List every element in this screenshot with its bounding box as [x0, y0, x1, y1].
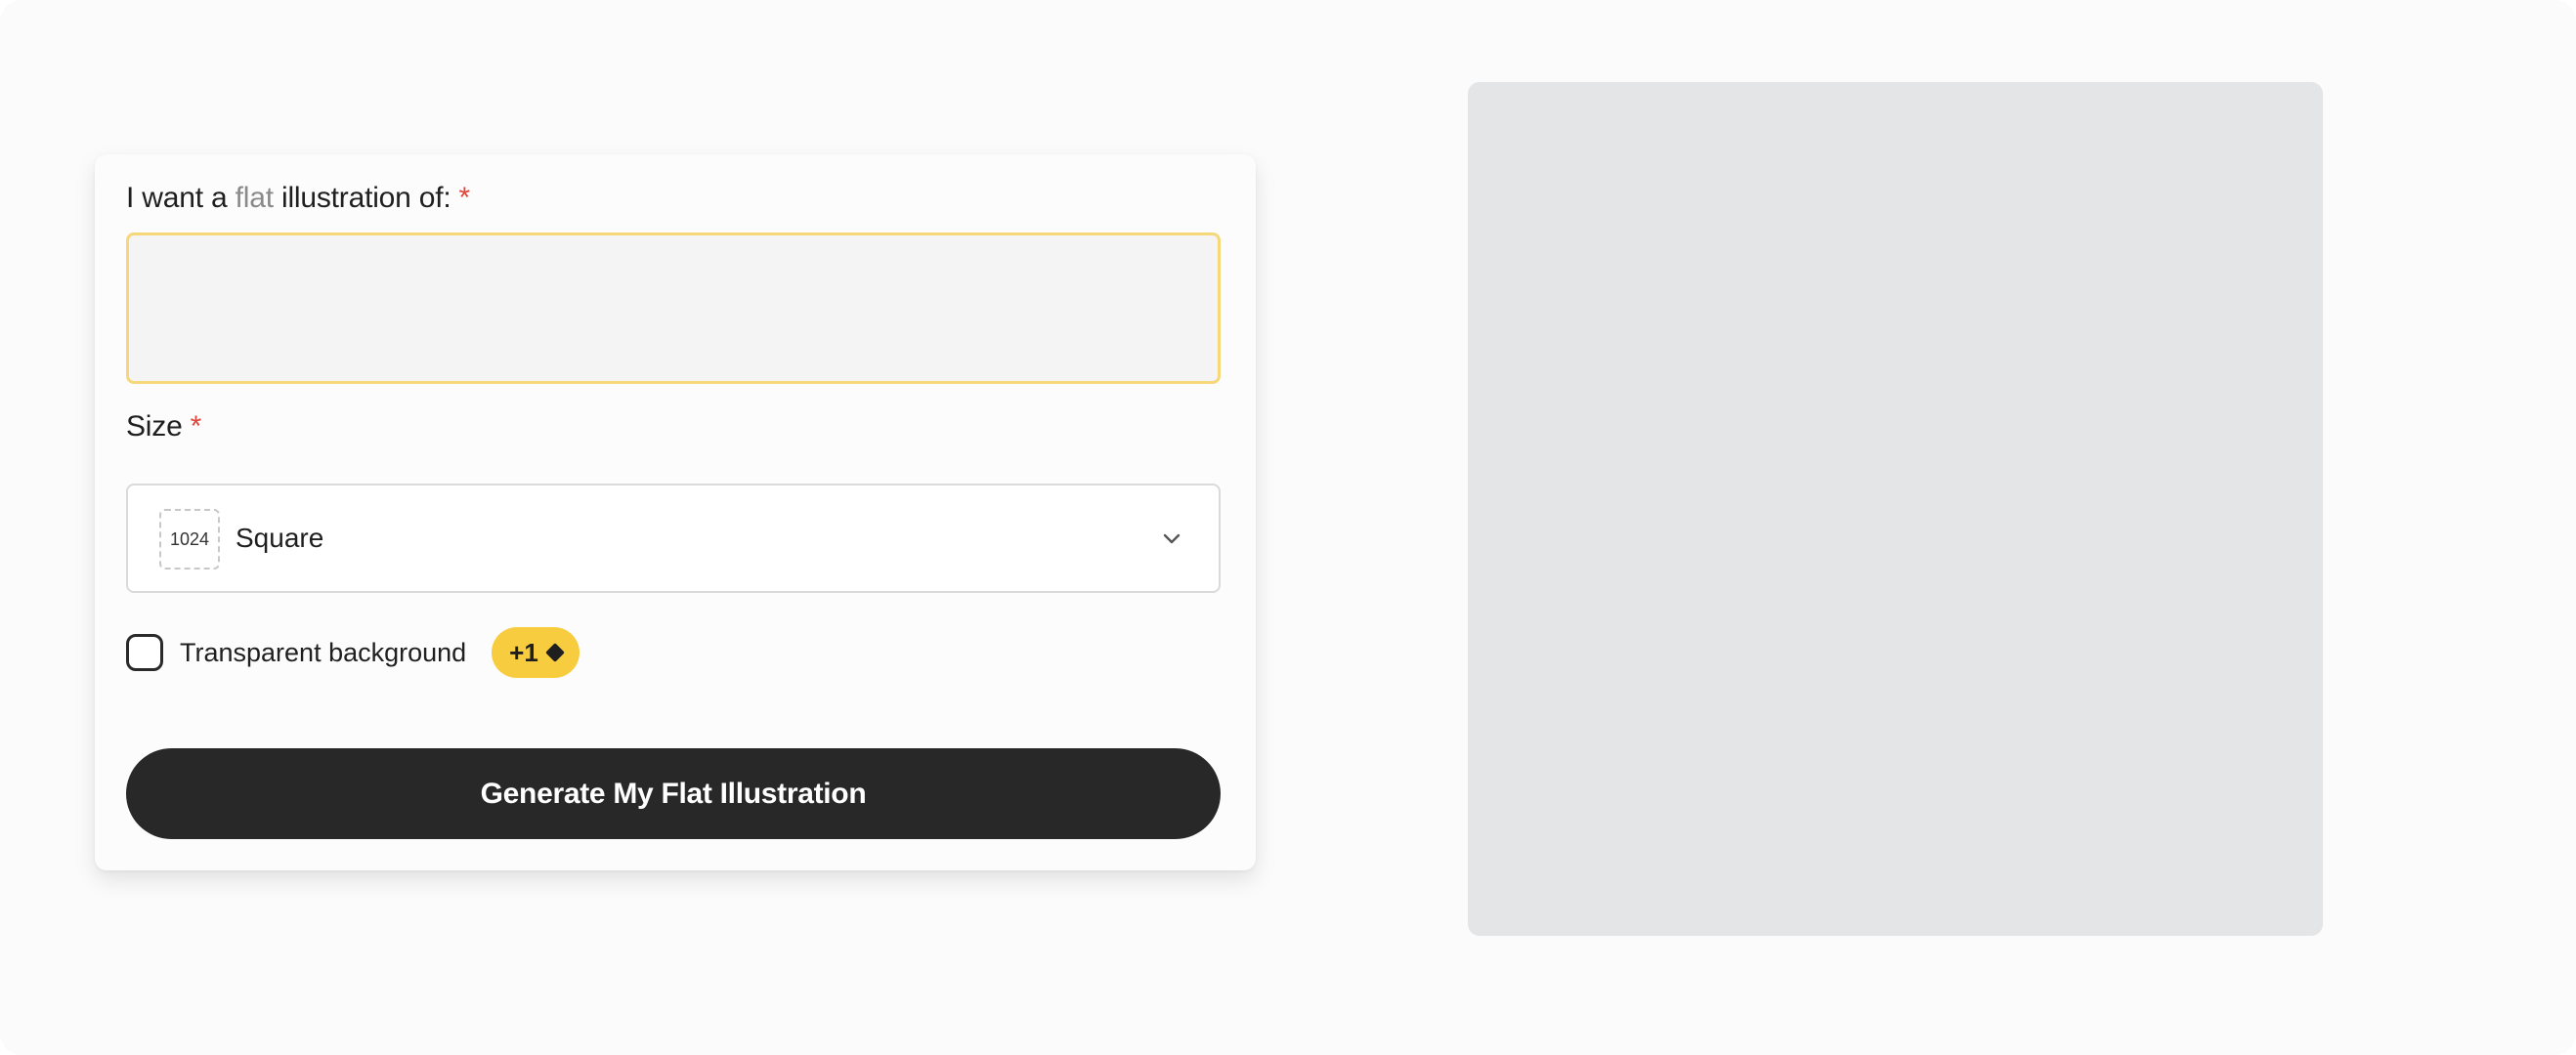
- size-label-text: Size: [126, 410, 183, 443]
- app-frame: I want a flat illustration of: * Size * 10…: [0, 0, 2576, 1055]
- size-label: Size *: [126, 410, 201, 443]
- chevron-down-icon: [1163, 533, 1181, 544]
- generate-button[interactable]: Generate My Flat Illustration: [126, 748, 1221, 839]
- size-select[interactable]: 1024 Square: [126, 484, 1221, 593]
- credit-cost-text: +1: [509, 637, 538, 667]
- transparent-background-label[interactable]: Transparent background: [180, 638, 466, 668]
- credit-cost-badge: +1: [492, 627, 580, 678]
- image-preview-placeholder: [1468, 82, 2323, 936]
- size-dimension-badge: 1024: [159, 509, 220, 570]
- transparent-background-checkbox[interactable]: [126, 634, 163, 671]
- prompt-label-prefix: I want a: [126, 182, 228, 214]
- prompt-label-suffix: illustration of:: [280, 182, 451, 214]
- prompt-label-style: flat: [235, 182, 274, 214]
- transparent-background-option: Transparent background +1: [126, 627, 712, 678]
- required-marker: *: [458, 182, 471, 214]
- diamond-icon: [544, 643, 565, 662]
- generator-form-card: I want a flat illustration of: * Size * 10…: [95, 154, 1256, 870]
- prompt-input[interactable]: [126, 232, 1221, 384]
- prompt-label: I want a flat illustration of: *: [126, 182, 470, 215]
- size-selected-value: Square: [236, 523, 324, 553]
- required-marker: *: [190, 410, 202, 443]
